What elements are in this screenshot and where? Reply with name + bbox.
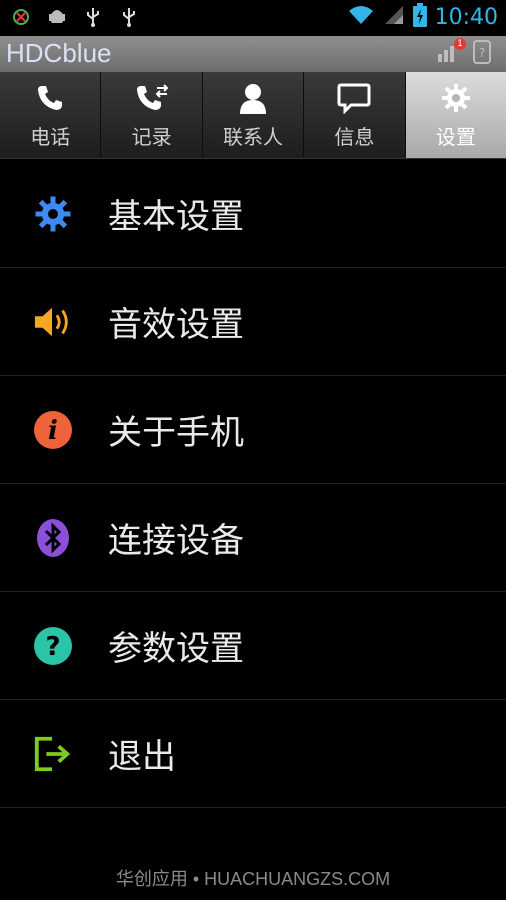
battery-charging-icon [412, 3, 427, 31]
tab-phone[interactable]: 电话 [0, 72, 102, 158]
svg-text:?: ? [45, 632, 60, 662]
android-debug-icon [46, 6, 68, 28]
tab-settings[interactable]: 设置 [405, 72, 506, 158]
signal-icon [383, 4, 405, 30]
app-title: HDCblue [6, 38, 112, 68]
usb-icon [82, 6, 104, 28]
app-title-bar: HDCblue 1 ? [0, 36, 506, 72]
phone-icon [33, 81, 67, 115]
menu-item-basic-settings[interactable]: 基本设置 [0, 160, 506, 268]
svg-text:?: ? [479, 46, 485, 60]
menu-item-about-phone[interactable]: i 关于手机 [0, 376, 506, 484]
tab-call-log[interactable]: 记录 [101, 72, 203, 158]
tab-bar: 电话 记录 联系人 信息 设置 [0, 72, 506, 159]
settings-menu: 基本设置 音效设置 i 关于手机 连接设备 ? 参数设置 退出 [0, 160, 506, 808]
help-icon: ? [33, 626, 73, 666]
clock: 10:40 [434, 4, 498, 30]
menu-item-parameter-settings[interactable]: ? 参数设置 [0, 592, 506, 700]
call-log-icon [135, 81, 169, 115]
exit-icon [33, 734, 73, 774]
gear-icon [439, 81, 473, 115]
xbox-icon [10, 6, 32, 28]
tab-messages[interactable]: 信息 [304, 72, 406, 158]
wifi-icon [347, 4, 375, 30]
menu-item-sound-settings[interactable]: 音效设置 [0, 268, 506, 376]
menu-item-exit[interactable]: 退出 [0, 700, 506, 808]
notification-badge: 1 [454, 38, 466, 50]
contact-icon [236, 81, 270, 115]
menu-item-connect-device[interactable]: 连接设备 [0, 484, 506, 592]
footer-watermark: 华创应用 • HUACHUANGZS.COM [115, 869, 391, 889]
bluetooth-icon [33, 518, 73, 558]
signal-bars-icon[interactable]: 1 [436, 38, 466, 68]
gear-icon [33, 194, 73, 234]
screen: 10:40 HDCblue 1 ? 电话 记录 联系人 信息 设置 基本设置 音… [0, 0, 506, 900]
status-bar: 10:40 [0, 0, 506, 36]
svg-text:i: i [48, 416, 58, 446]
tab-contacts[interactable]: 联系人 [202, 72, 305, 158]
message-icon [337, 81, 371, 115]
info-icon: i [33, 410, 73, 450]
device-icon[interactable]: ? [472, 40, 492, 68]
usb-icon [118, 6, 140, 28]
speaker-icon [33, 302, 73, 342]
